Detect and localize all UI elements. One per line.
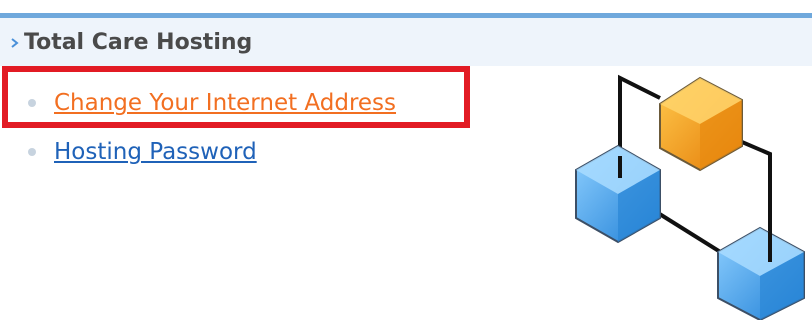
list-item: Hosting Password: [0, 132, 257, 172]
section-title: Total Care Hosting: [24, 29, 253, 55]
list-item: Change Your Internet Address: [0, 83, 396, 123]
network-cubes-icon: [560, 66, 812, 322]
chevron-right-icon: [10, 35, 20, 49]
bullet-icon: [28, 99, 36, 107]
hosting-password-link[interactable]: Hosting Password: [54, 139, 257, 165]
bullet-icon: [28, 148, 36, 156]
change-internet-address-link[interactable]: Change Your Internet Address: [54, 90, 396, 116]
section-header: Total Care Hosting: [0, 18, 812, 66]
